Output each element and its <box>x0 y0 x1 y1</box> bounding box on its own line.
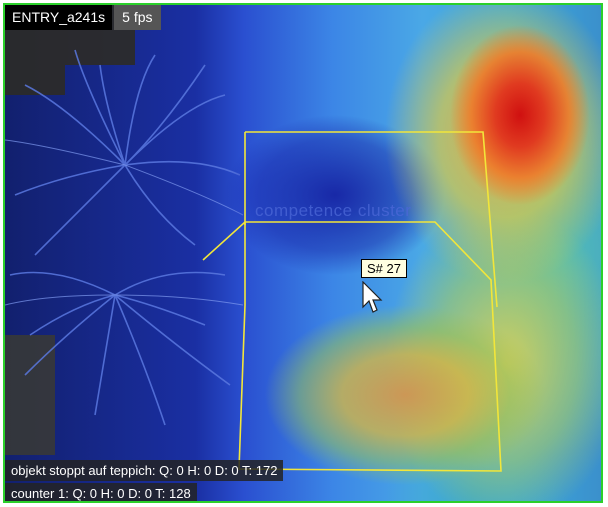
camera-name: ENTRY_a241s <box>5 5 113 30</box>
camera-view[interactable]: competence cluster ENTRY_a241s 5 fps S# … <box>3 3 603 503</box>
counter-values: Q: 0 H: 0 D: 0 T: 128 <box>72 486 191 501</box>
camera-header: ENTRY_a241s 5 fps <box>5 5 161 30</box>
zone-tooltip: S# 27 <box>361 259 407 278</box>
counter-label: objekt stoppt auf teppich: <box>11 463 156 478</box>
counter-row: objekt stoppt auf teppich: Q: 0 H: 0 D: … <box>5 460 284 481</box>
counter-label: counter 1: <box>11 486 69 501</box>
counter-values: Q: 0 H: 0 D: 0 T: 172 <box>159 463 278 478</box>
detection-zones <box>202 131 502 472</box>
zone-outline-lower <box>202 221 502 472</box>
mouse-pointer-icon <box>362 281 383 313</box>
watermark: competence cluster <box>255 201 412 220</box>
counter-row: counter 1: Q: 0 H: 0 D: 0 T: 128 <box>5 483 197 501</box>
frame-rate: 5 fps <box>114 5 161 30</box>
